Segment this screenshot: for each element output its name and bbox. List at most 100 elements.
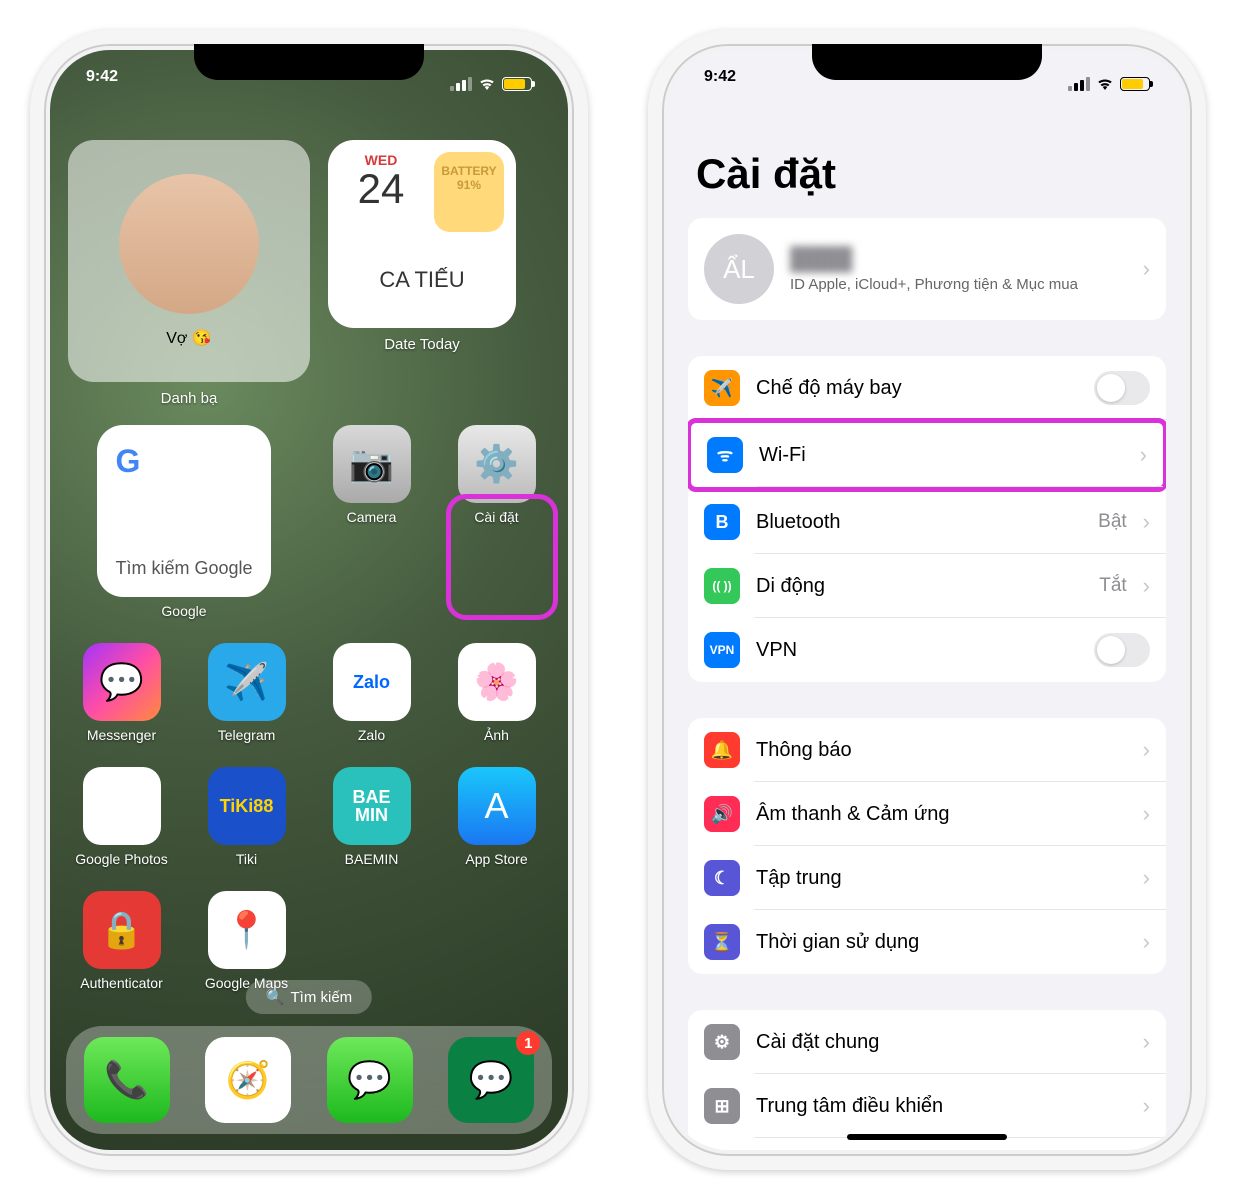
settings-row-wi-fi[interactable]: ᯤ Wi-Fi › xyxy=(688,418,1166,492)
chevron-right-icon: › xyxy=(1143,801,1150,827)
dock-safari[interactable]: 🧭 xyxy=(205,1037,291,1123)
battery-mini: BATTERY 91% xyxy=(434,152,504,232)
settings-group-notifications: 🔔 Thông báo › 🔊 Âm thanh & Cảm ứng › ☾ Tập trun… xyxy=(688,718,1166,974)
cal-event: CA TIẾU xyxy=(328,232,516,328)
app-label: BAEMIN xyxy=(345,851,399,867)
wifi-icon xyxy=(478,78,496,90)
settings-row-trung-t-m-i-u-khi-n[interactable]: ⊞ Trung tâm điều khiển › xyxy=(688,1074,1166,1138)
settings-row-vpn[interactable]: VPN VPN xyxy=(688,618,1166,682)
row-value: Bật xyxy=(1098,511,1127,533)
chevron-right-icon: › xyxy=(1143,865,1150,891)
toggle[interactable] xyxy=(1094,371,1150,405)
chevron-right-icon: › xyxy=(1143,1029,1150,1055)
row-label: Wi-Fi xyxy=(759,444,1108,467)
widget-label: Date Today xyxy=(328,336,516,353)
search-icon: 🔍 xyxy=(266,988,285,1006)
row-icon: 🔊 xyxy=(704,796,740,832)
dock-hangouts[interactable]: 💬1 xyxy=(448,1037,534,1123)
app-google-maps[interactable]: 📍 xyxy=(208,891,286,969)
app-label: Tiki xyxy=(236,851,257,867)
contacts-widget[interactable]: Vợ 😘 xyxy=(68,140,310,382)
row-label: VPN xyxy=(756,639,1078,662)
row-label: Tập trung xyxy=(756,867,1127,890)
app-zalo[interactable]: Zalo xyxy=(333,643,411,721)
dock: 📞 🧭 💬 💬1 xyxy=(66,1026,552,1134)
cal-daynum: 24 xyxy=(328,168,434,210)
app-messenger[interactable]: 💬 xyxy=(83,643,161,721)
app-cài-đặt[interactable]: ⚙️ xyxy=(458,425,536,503)
home-indicator[interactable] xyxy=(847,1134,1007,1140)
row-label: Âm thanh & Cảm ứng xyxy=(756,803,1127,826)
app-camera[interactable]: 📷 xyxy=(333,425,411,503)
settings-row-di-ng[interactable]: (( ))Di độngTắt› xyxy=(688,554,1166,618)
status-time: 9:42 xyxy=(86,68,118,100)
status-time: 9:42 xyxy=(704,68,736,100)
row-icon: B xyxy=(704,504,740,540)
row-icon: ☾ xyxy=(704,860,740,896)
app-app-store[interactable]: A xyxy=(458,767,536,845)
row-icon: ᯤ xyxy=(707,437,743,473)
app-telegram[interactable]: ✈️ xyxy=(208,643,286,721)
google-search-text: Tìm kiếm Google xyxy=(115,558,252,579)
row-icon: ✈️ xyxy=(704,370,740,406)
row-icon: ⏳ xyxy=(704,924,740,960)
app-authenticator[interactable]: 🔒 xyxy=(83,891,161,969)
app-label: Telegram xyxy=(218,727,276,743)
dock-phone[interactable]: 📞 xyxy=(84,1037,170,1123)
row-icon: ⊞ xyxy=(704,1088,740,1124)
settings-group-general: ⚙Cài đặt chung›⊞Trung tâm điều khiển›AAM… xyxy=(688,1010,1166,1150)
row-icon: 🔔 xyxy=(704,732,740,768)
settings-row-t-p-trung[interactable]: ☾ Tập trung › xyxy=(688,846,1166,910)
row-label: Di động xyxy=(756,575,1083,598)
row-icon: VPN xyxy=(704,632,740,668)
app-label: Messenger xyxy=(87,727,156,743)
notch xyxy=(812,44,1042,80)
row-label: Cài đặt chung xyxy=(756,1031,1127,1054)
app-label: Authenticator xyxy=(80,975,163,991)
profile-group[interactable]: ẨL ████ ID Apple, iCloud+, Phương tiện &… xyxy=(688,218,1166,320)
settings-row-bluetooth[interactable]: BBluetoothBật› xyxy=(688,490,1166,554)
chevron-right-icon: › xyxy=(1140,442,1147,468)
settings-row-c-i-t-chung[interactable]: ⚙ Cài đặt chung › xyxy=(688,1010,1166,1074)
settings-row--m-thanh-c-m-ng[interactable]: 🔊 Âm thanh & Cảm ứng › xyxy=(688,782,1166,846)
chevron-right-icon: › xyxy=(1143,509,1150,535)
chevron-right-icon: › xyxy=(1143,1093,1150,1119)
contact-name: Vợ 😘 xyxy=(166,328,212,348)
app-label: Zalo xyxy=(358,727,385,743)
app-ảnh[interactable]: 🌸 xyxy=(458,643,536,721)
battery-icon xyxy=(502,77,532,91)
app-label: App Store xyxy=(465,851,527,867)
profile-subtitle: ID Apple, iCloud+, Phương tiện & Mục mua xyxy=(790,276,1127,293)
row-label: Thông báo xyxy=(756,739,1127,762)
phone-home: 9:42 Vợ 😘 Danh bạ WED 24 xyxy=(30,30,588,1170)
settings-row-th-i-gian-s-d-ng[interactable]: ⏳Thời gian sử dụng› xyxy=(688,910,1166,974)
avatar xyxy=(119,174,259,314)
app-tiki[interactable]: TiKi88 xyxy=(208,767,286,845)
notch xyxy=(194,44,424,80)
row-label: Trung tâm điều khiển xyxy=(756,1095,1127,1118)
chevron-right-icon: › xyxy=(1143,737,1150,763)
settings-row-th-ng-b-o[interactable]: 🔔 Thông báo › xyxy=(688,718,1166,782)
google-widget[interactable]: G Tìm kiếm Google xyxy=(97,425,270,597)
phone-settings: 9:42 Cài đặt ẨL ████ ID Apple, iCloud+, … xyxy=(648,30,1206,1170)
calendar-widget[interactable]: WED 24 BATTERY 91% CA TIẾU xyxy=(328,140,516,328)
settings-row-ch-m-y-bay[interactable]: ✈️ Chế độ máy bay xyxy=(688,356,1166,420)
app-google-photos[interactable]: ✦ xyxy=(83,767,161,845)
wifi-icon xyxy=(1096,78,1114,90)
app-label: Camera xyxy=(347,509,397,525)
row-icon: (( )) xyxy=(704,568,740,604)
row-label: Chế độ máy bay xyxy=(756,377,1078,400)
app-baemin[interactable]: BAE MIN xyxy=(333,767,411,845)
chevron-right-icon: › xyxy=(1143,573,1150,599)
signal-icon xyxy=(1068,77,1090,91)
row-label: Thời gian sử dụng xyxy=(756,931,1127,954)
widget-label: Danh bạ xyxy=(68,390,310,407)
dock-messages[interactable]: 💬 xyxy=(327,1037,413,1123)
spotlight-search[interactable]: 🔍 Tìm kiếm xyxy=(246,980,372,1014)
badge: 1 xyxy=(516,1031,540,1055)
signal-icon xyxy=(450,77,472,91)
row-icon: ⚙ xyxy=(704,1024,740,1060)
toggle[interactable] xyxy=(1094,633,1150,667)
app-label: Google xyxy=(161,603,206,619)
profile-avatar: ẨL xyxy=(704,234,774,304)
